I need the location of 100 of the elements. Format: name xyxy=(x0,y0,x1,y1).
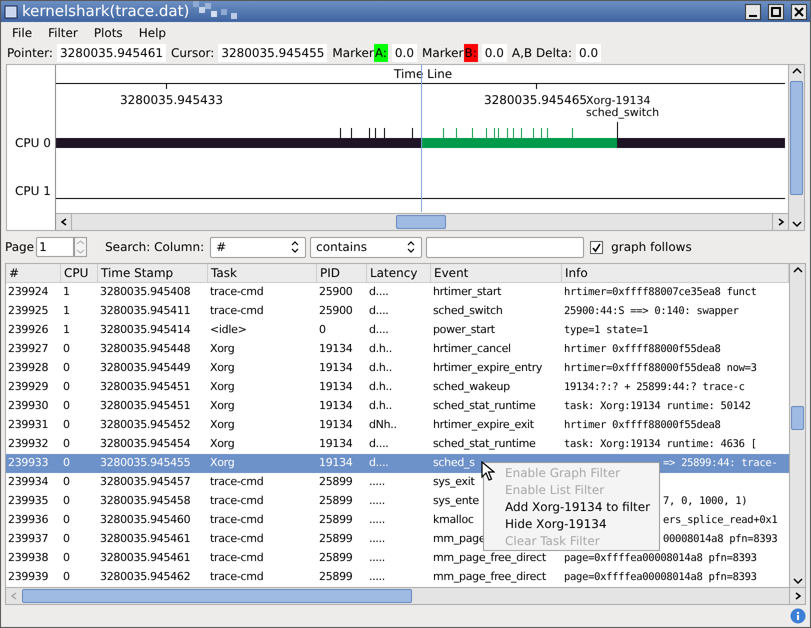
info-icon[interactable] xyxy=(790,608,806,624)
maximize-icon xyxy=(769,4,783,18)
table-cell-text: Xorg xyxy=(210,379,234,396)
close-button[interactable] xyxy=(791,4,807,20)
scrollbar-thumb[interactable] xyxy=(22,589,412,603)
table-cell-text: 25900:44:S ==> 0:140: swapper xyxy=(564,304,739,319)
table-cell-text: ..... xyxy=(369,474,385,490)
table-cell-text: 0 xyxy=(63,512,70,528)
table-cell-text: page=0xffffea00008014a8 pfn=8393 xyxy=(564,570,757,585)
table-cell-text: power_start xyxy=(433,322,495,338)
minimize-button[interactable] xyxy=(745,4,761,20)
table-cell-text: d.h.. xyxy=(369,341,392,358)
info-label: Cursor: xyxy=(171,44,214,62)
tick-label: 3280035.945433 xyxy=(120,92,224,109)
table-cell-text: ..... xyxy=(369,531,385,548)
table-cell-text: 0 xyxy=(63,493,70,510)
table-cell-text: sched_wakeup xyxy=(433,379,510,396)
table-cell-text: mm_page_free_direct xyxy=(433,569,546,586)
table-cell-text: 0 xyxy=(319,322,326,338)
scrollbar-thumb[interactable] xyxy=(396,215,446,229)
menu-item[interactable]: Help xyxy=(132,24,174,42)
table-cell-text: 25899 xyxy=(319,569,352,586)
table-cell-text: 3280035.945454 xyxy=(100,436,190,452)
table-cell-text: 239932 xyxy=(8,436,48,452)
table-cell-text: 0 xyxy=(63,531,70,548)
table-cell-text: Xorg xyxy=(210,398,234,414)
column-dropdown[interactable]: # xyxy=(210,236,306,258)
table-cell-text: 25899 xyxy=(319,474,352,490)
info-value: 0.0 xyxy=(392,44,418,62)
column-header[interactable]: Latency xyxy=(367,264,431,282)
table-cell-text: 0 xyxy=(63,436,70,452)
table-cell-text: 0 xyxy=(63,341,70,358)
spin-arrows-icon[interactable] xyxy=(74,237,88,257)
table-cell-text: hrtimer_cancel xyxy=(433,341,511,358)
table-cell-text: 239939 xyxy=(8,569,48,586)
table-cell-text: 25899 xyxy=(319,550,352,566)
info-value: 0.0 xyxy=(576,44,602,62)
column-header[interactable]: Task xyxy=(208,264,317,282)
table-cell-text: 3280035.945451 xyxy=(100,398,190,414)
table-cell-text: 3280035.945451 xyxy=(100,379,190,396)
context-menu-item[interactable]: Hide Xorg-19134 xyxy=(484,515,659,532)
table-cell-text: 239929 xyxy=(8,379,48,396)
scrollbar-thumb[interactable] xyxy=(790,81,803,195)
table-cell-text: dNh.. xyxy=(369,417,397,434)
menu-item[interactable]: Filter xyxy=(41,24,85,42)
table-cell-text: 3280035.945414 xyxy=(100,322,190,338)
info-label: Marker xyxy=(422,44,464,62)
table-cell-text: hrtimer=0xffff88000f55dea8 now=3 xyxy=(564,360,757,376)
event-label: sched_switch xyxy=(586,107,660,119)
close-icon xyxy=(792,4,806,18)
operator-dropdown[interactable]: contains xyxy=(310,236,422,258)
table-cell-text: 3280035.945449 xyxy=(100,360,190,376)
table-cell-text: => 25899:44: trace- xyxy=(663,456,778,471)
scroll-left-icon[interactable] xyxy=(60,218,68,226)
table-cell-text: 1 xyxy=(63,322,70,338)
table-cell-text: page=0xffffea00008014a8 pfn=8393 xyxy=(564,550,757,566)
graph-follows-checkbox[interactable] xyxy=(590,240,604,254)
table-cell-text: 239924 xyxy=(8,284,48,300)
search-field[interactable] xyxy=(426,236,584,258)
table-cell-text: trace-cmd xyxy=(210,303,264,320)
menu-item[interactable]: Plots xyxy=(86,24,130,42)
table-cell-text: 19134 xyxy=(319,398,352,414)
table-cell-text: trace-cmd xyxy=(210,531,264,548)
table-cell-text: hrtimer_expire_exit xyxy=(433,417,534,434)
table-cell-text: 25899 xyxy=(319,531,352,548)
checkbox-label: graph follows xyxy=(611,239,692,256)
context-menu-item[interactable]: Add Xorg-19134 to filter xyxy=(484,498,659,515)
table-cell-text: 239937 xyxy=(8,531,48,548)
table-cell-text: trace-cmd xyxy=(210,512,264,528)
table-cell-text: hrtimer_expire_entry xyxy=(433,360,542,376)
table-cell-text: 25899 xyxy=(319,512,352,528)
table-cell-text: 3280035.945461 xyxy=(100,531,190,548)
table-cell-text: 0 xyxy=(63,569,70,586)
table-cell-text: 19134 xyxy=(319,379,352,396)
column-header[interactable]: Event xyxy=(431,264,562,282)
page-field[interactable]: 1 xyxy=(36,237,74,257)
table-cell-text: 239925 xyxy=(8,303,48,320)
table-cell-text: 00008014a8 pfn=8393 xyxy=(663,532,778,547)
table-cell-text: 25900 xyxy=(319,284,352,300)
table-cell-text: 19134 xyxy=(319,455,352,472)
menu-item[interactable]: File xyxy=(5,24,40,42)
table-cell-text: Xorg xyxy=(210,455,234,472)
table-cell-text: task: Xorg:19134 runtime: 50142 xyxy=(564,398,751,414)
table-cell-text: 3280035.945448 xyxy=(100,341,190,358)
marker-label: B: xyxy=(464,44,478,62)
table-cell-text: 3280035.945411 xyxy=(100,303,190,320)
table-cell-text: kmalloc xyxy=(433,512,474,528)
table-cell-text: 239934 xyxy=(8,474,48,490)
column-header[interactable]: CPU xyxy=(61,264,98,282)
scroll-right-icon[interactable] xyxy=(776,218,784,226)
scroll-right-icon[interactable] xyxy=(794,592,802,600)
column-header[interactable]: Time Stamp xyxy=(98,264,208,282)
scrollbar-thumb[interactable] xyxy=(791,406,804,430)
search-label: Search: Column: xyxy=(105,239,204,256)
column-header[interactable]: # xyxy=(6,264,61,282)
column-header[interactable]: PID xyxy=(317,264,367,282)
table-cell-text: trace-cmd xyxy=(210,550,264,566)
table-cell-text: 3280035.945455 xyxy=(100,455,190,472)
maximize-button[interactable] xyxy=(768,4,784,20)
table-cell-text: 1 xyxy=(63,303,70,320)
